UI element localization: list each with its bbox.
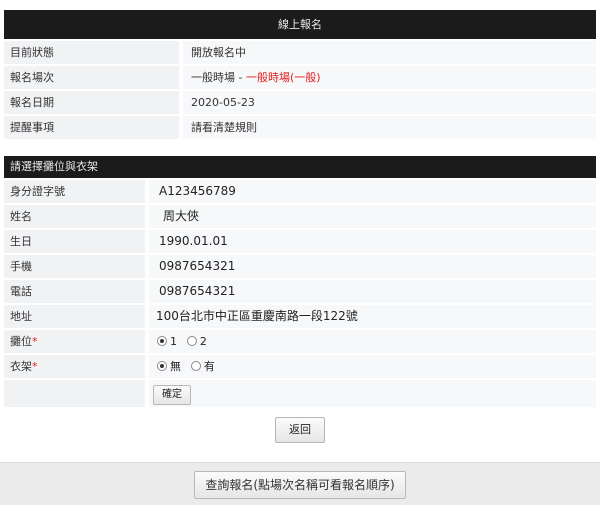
status-label: 目前狀態 bbox=[4, 41, 179, 64]
booth-section-header: 請選擇攤位與衣架 bbox=[4, 156, 596, 178]
session-value-prefix: 一般時場 - bbox=[191, 71, 246, 84]
status-row: 目前狀態 開放報名中 bbox=[4, 41, 596, 64]
mobile-row: 手機 0987654321 bbox=[4, 255, 596, 278]
booth-label: 攤位* bbox=[4, 330, 145, 353]
id-row: 身分證字號 A123456789 bbox=[4, 180, 596, 203]
phone-row: 電話 0987654321 bbox=[4, 280, 596, 303]
booth-required-mark: * bbox=[32, 335, 38, 348]
rack-option-yes-label: 有 bbox=[203, 360, 215, 373]
address-label: 地址 bbox=[4, 305, 145, 328]
id-value: A123456789 bbox=[149, 180, 596, 203]
rack-label: 衣架* bbox=[4, 355, 145, 378]
footer-bar: 查詢報名(點場次名稱可看報名順序) bbox=[0, 462, 600, 505]
back-button[interactable]: 返回 bbox=[275, 417, 325, 443]
rack-option-none[interactable]: 無 bbox=[157, 355, 181, 378]
mobile-label: 手機 bbox=[4, 255, 145, 278]
date-label: 報名日期 bbox=[4, 91, 179, 114]
birth-row: 生日 1990.01.01 bbox=[4, 230, 596, 253]
date-value: 2020-05-23 bbox=[183, 91, 596, 114]
booth-row: 攤位* 1 2 bbox=[4, 330, 596, 353]
status-value: 開放報名中 bbox=[183, 41, 596, 64]
confirm-cell: 確定 bbox=[149, 380, 596, 407]
booth-section-title: 請選擇攤位與衣架 bbox=[10, 160, 98, 173]
phone-label: 電話 bbox=[4, 280, 145, 303]
rack-option-yes[interactable]: 有 bbox=[190, 355, 215, 378]
address-row: 地址 100台北市中正區重慶南路一段122號 bbox=[4, 305, 596, 328]
confirm-row: 確定 bbox=[4, 380, 596, 407]
confirm-row-spacer bbox=[4, 380, 145, 407]
registration-header: 線上報名 bbox=[4, 10, 596, 39]
back-area: 返回 bbox=[0, 417, 600, 443]
registration-title: 線上報名 bbox=[278, 18, 322, 31]
session-value: 一般時場 - 一般時場(一般) bbox=[183, 66, 596, 89]
rack-row: 衣架* 無 有 bbox=[4, 355, 596, 378]
booth-options: 1 2 bbox=[149, 330, 596, 353]
birth-value: 1990.01.01 bbox=[149, 230, 596, 253]
rack-option-none-label: 無 bbox=[170, 360, 181, 373]
name-label: 姓名 bbox=[4, 205, 145, 228]
query-registration-button[interactable]: 查詢報名(點場次名稱可看報名順序) bbox=[194, 471, 406, 499]
mobile-value: 0987654321 bbox=[149, 255, 596, 278]
radio-checked-icon[interactable] bbox=[157, 336, 167, 346]
phone-value: 0987654321 bbox=[149, 280, 596, 303]
radio-checked-icon[interactable] bbox=[157, 361, 167, 371]
name-value: 周大俠 bbox=[149, 205, 596, 228]
rack-required-mark: * bbox=[32, 360, 38, 373]
booth-label-text: 攤位 bbox=[10, 335, 32, 348]
date-row: 報名日期 2020-05-23 bbox=[4, 91, 596, 114]
radio-unchecked-icon[interactable] bbox=[186, 336, 197, 346]
booth-option-1[interactable]: 1 bbox=[157, 330, 177, 353]
booth-option-1-label: 1 bbox=[170, 335, 177, 348]
rack-label-text: 衣架 bbox=[10, 360, 32, 373]
reminder-value: 請看清楚規則 bbox=[183, 116, 596, 139]
id-label: 身分證字號 bbox=[4, 180, 145, 203]
session-row: 報名場次 一般時場 - 一般時場(一般) bbox=[4, 66, 596, 89]
name-row: 姓名 周大俠 bbox=[4, 205, 596, 228]
birth-label: 生日 bbox=[4, 230, 145, 253]
reminder-label: 提醒事項 bbox=[4, 116, 179, 139]
session-label: 報名場次 bbox=[4, 66, 179, 89]
address-value: 100台北市中正區重慶南路一段122號 bbox=[149, 305, 596, 328]
radio-unchecked-icon[interactable] bbox=[190, 361, 201, 371]
confirm-button[interactable]: 確定 bbox=[153, 385, 191, 405]
booth-option-2-label: 2 bbox=[199, 335, 207, 348]
reminder-row: 提醒事項 請看清楚規則 bbox=[4, 116, 596, 139]
rack-options: 無 有 bbox=[149, 355, 596, 378]
session-value-name: 一般時場(一般) bbox=[245, 71, 321, 84]
booth-option-2[interactable]: 2 bbox=[186, 330, 207, 353]
